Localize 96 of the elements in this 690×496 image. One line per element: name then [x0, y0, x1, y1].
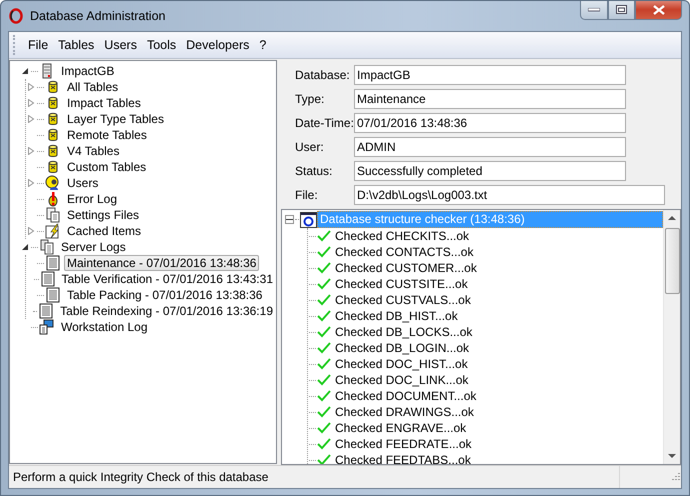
check-icon [317, 294, 331, 306]
maximize-button[interactable] [608, 1, 635, 20]
users-icon [45, 175, 61, 191]
tree-item[interactable]: Table Verification - 07/01/2016 13:43:31 [58, 271, 276, 287]
field-label: Date-Time: [295, 116, 354, 130]
menu-item[interactable]: Users [100, 36, 141, 54]
tree-item[interactable]: Layer Type Tables [64, 111, 167, 127]
check-icon [317, 246, 331, 258]
log-entry: Checked CUSTVALS...ok [335, 293, 471, 307]
log-entry: Checked DB_HIST...ok [335, 309, 458, 323]
check-icon [317, 374, 331, 386]
check-icon [317, 278, 331, 290]
collapse-arrow-icon[interactable] [21, 243, 29, 251]
expand-arrow-icon[interactable] [27, 147, 35, 155]
menu-item[interactable]: Tools [142, 36, 180, 54]
check-icon [317, 262, 331, 274]
check-icon [317, 358, 331, 370]
log-entry: Checked DOC_HIST...ok [335, 357, 468, 371]
lightning-icon [45, 223, 61, 239]
check-icon [317, 438, 331, 450]
check-icon [317, 454, 331, 464]
field-label: Status: [295, 164, 334, 178]
tree-item[interactable]: V4 Tables [64, 143, 122, 159]
scroll-thumb[interactable] [664, 228, 680, 294]
log-entry: Checked DOCUMENT...ok [335, 389, 476, 403]
minimize-icon [588, 8, 600, 12]
expand-arrow-icon[interactable] [27, 227, 35, 235]
files-icon [45, 207, 61, 223]
tree-item[interactable]: Maintenance - 07/01/2016 13:48:36 [64, 255, 260, 271]
tree-item[interactable]: Server Logs [58, 239, 129, 255]
window-title: Database Administration [30, 9, 166, 23]
check-icon [317, 342, 331, 354]
log-entry: Checked FEEDTABS...ok [335, 453, 471, 464]
log-entry: Checked CUSTOMER...ok [335, 261, 477, 275]
log-entry: Checked CHECKITS...ok [335, 229, 470, 243]
menu-item[interactable]: Tables [54, 36, 98, 54]
check-icon [317, 326, 331, 338]
log-entry: Checked DOC_LINK...ok [335, 373, 468, 387]
menu-item[interactable]: File [24, 36, 52, 54]
field-label: Database: [295, 68, 351, 82]
log-entry: Checked DRAWINGS...ok [335, 405, 474, 419]
check-icon [317, 310, 331, 322]
checker-icon [300, 212, 317, 228]
tree-item[interactable]: ImpactGB [58, 63, 118, 79]
status-text: Perform a quick Integrity Check of this database [12, 470, 270, 484]
tree-item[interactable]: Cached Items [64, 223, 144, 239]
text-field[interactable]: Successfully completed [354, 161, 626, 181]
menu-item[interactable]: ? [255, 36, 270, 54]
document-icon [40, 271, 56, 287]
tree-item[interactable]: Remote Tables [64, 127, 150, 143]
log-entry: Checked CONTACTS...ok [335, 245, 474, 259]
app-logo-icon [8, 8, 24, 24]
field-label: File: [295, 188, 319, 202]
field-label: User: [295, 140, 325, 154]
tree-item[interactable]: All Tables [64, 79, 122, 95]
collapse-icon[interactable] [285, 215, 294, 224]
tree-item[interactable]: Impact Tables [64, 95, 144, 111]
expand-arrow-icon[interactable] [27, 99, 35, 107]
tree-item[interactable]: Table Reindexing - 07/01/2016 13:36:19 [57, 303, 276, 319]
resize-grip-icon[interactable] [669, 471, 681, 483]
expand-arrow-icon[interactable] [27, 83, 35, 91]
document-icon [45, 255, 61, 271]
scrollbar[interactable] [663, 210, 680, 464]
text-field[interactable]: 07/01/2016 13:48:36 [354, 113, 626, 133]
tree-item[interactable]: Error Log [64, 191, 120, 207]
tree-item[interactable]: Table Packing - 07/01/2016 13:38:36 [64, 287, 266, 303]
text-field[interactable]: ImpactGB [354, 65, 626, 85]
check-icon [317, 422, 331, 434]
log-entry: Checked DB_LOGIN...ok [335, 341, 470, 355]
log-entry: Checked FEEDRATE...ok [335, 437, 472, 451]
document-icon [45, 287, 61, 303]
expand-arrow-icon[interactable] [27, 179, 35, 187]
tree-item[interactable]: Custom Tables [64, 159, 150, 175]
log-entry: Checked CUSTSITE...ok [335, 277, 468, 291]
log-entry: Checked ENGRAVE...ok [335, 421, 466, 435]
maximize-icon [616, 5, 627, 14]
tree-item[interactable]: Workstation Log [58, 319, 150, 335]
field-label: Type: [295, 92, 326, 106]
workstation-icon [39, 319, 55, 335]
close-icon [652, 4, 664, 14]
check-icon [317, 390, 331, 402]
minimize-button[interactable] [580, 1, 608, 20]
text-field[interactable]: D:\v2db\Logs\Log003.txt [354, 185, 665, 205]
expand-arrow-icon[interactable] [27, 115, 35, 123]
log-entry: Checked DB_LOCKS...ok [335, 325, 472, 339]
check-icon [317, 230, 331, 242]
tree-item[interactable]: Settings Files [64, 207, 142, 223]
log-files-icon [39, 239, 55, 255]
text-field[interactable]: Maintenance [354, 89, 626, 109]
close-button[interactable] [635, 1, 682, 20]
collapse-arrow-icon[interactable] [21, 67, 29, 75]
tree-item[interactable]: Users [64, 175, 102, 191]
text-field[interactable]: ADMIN [354, 137, 626, 157]
document-icon [38, 303, 54, 319]
check-icon [317, 406, 331, 418]
menu-item[interactable]: Developers [182, 36, 254, 54]
